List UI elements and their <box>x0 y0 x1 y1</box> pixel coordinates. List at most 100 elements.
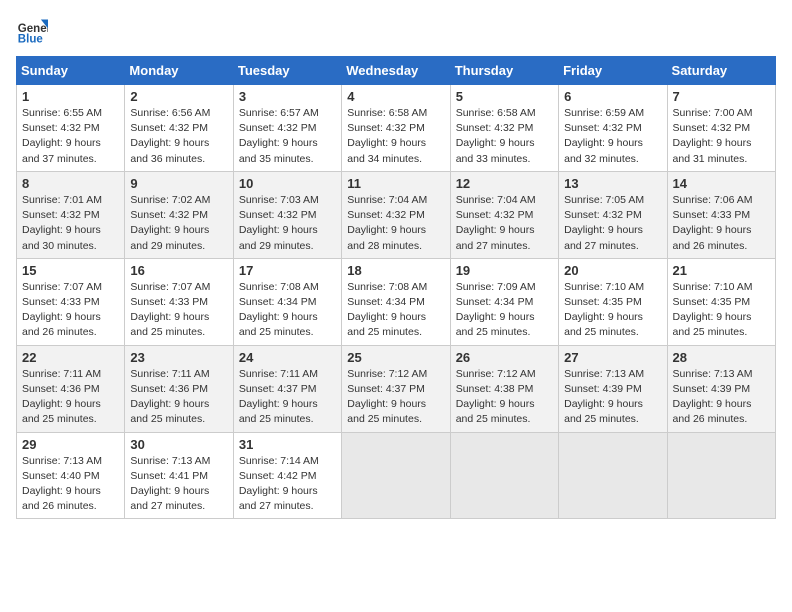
sunrise-label: Sunrise: 7:11 AM <box>239 368 318 380</box>
daylight-label: Daylight: 9 hours and 32 minutes. <box>564 137 643 164</box>
day-info: Sunrise: 7:10 AM Sunset: 4:35 PM Dayligh… <box>673 280 770 341</box>
day-number: 11 <box>347 176 444 191</box>
day-info: Sunrise: 7:08 AM Sunset: 4:34 PM Dayligh… <box>239 280 336 341</box>
day-info: Sunrise: 7:08 AM Sunset: 4:34 PM Dayligh… <box>347 280 444 341</box>
day-info: Sunrise: 6:57 AM Sunset: 4:32 PM Dayligh… <box>239 106 336 167</box>
calendar-week-5: 29 Sunrise: 7:13 AM Sunset: 4:40 PM Dayl… <box>17 432 776 519</box>
day-number: 6 <box>564 89 661 104</box>
day-info: Sunrise: 6:59 AM Sunset: 4:32 PM Dayligh… <box>564 106 661 167</box>
calendar-cell: 15 Sunrise: 7:07 AM Sunset: 4:33 PM Dayl… <box>17 258 125 345</box>
day-number: 18 <box>347 263 444 278</box>
day-info: Sunrise: 7:13 AM Sunset: 4:39 PM Dayligh… <box>673 367 770 428</box>
sunset-label: Sunset: 4:32 PM <box>564 209 642 221</box>
day-info: Sunrise: 7:12 AM Sunset: 4:37 PM Dayligh… <box>347 367 444 428</box>
sunset-label: Sunset: 4:39 PM <box>673 383 751 395</box>
calendar-week-1: 1 Sunrise: 6:55 AM Sunset: 4:32 PM Dayli… <box>17 85 776 172</box>
sunset-label: Sunset: 4:32 PM <box>239 122 317 134</box>
day-number: 29 <box>22 437 119 452</box>
calendar-cell: 6 Sunrise: 6:59 AM Sunset: 4:32 PM Dayli… <box>559 85 667 172</box>
sunset-label: Sunset: 4:39 PM <box>564 383 642 395</box>
day-info: Sunrise: 6:58 AM Sunset: 4:32 PM Dayligh… <box>347 106 444 167</box>
weekday-header-saturday: Saturday <box>667 57 775 85</box>
sunset-label: Sunset: 4:37 PM <box>347 383 425 395</box>
sunrise-label: Sunrise: 7:11 AM <box>22 368 101 380</box>
sunset-label: Sunset: 4:32 PM <box>347 122 425 134</box>
sunrise-label: Sunrise: 6:55 AM <box>22 107 102 119</box>
sunrise-label: Sunrise: 7:13 AM <box>564 368 644 380</box>
calendar-cell <box>342 432 450 519</box>
calendar-cell: 27 Sunrise: 7:13 AM Sunset: 4:39 PM Dayl… <box>559 345 667 432</box>
sunrise-label: Sunrise: 7:07 AM <box>130 281 210 293</box>
calendar-week-4: 22 Sunrise: 7:11 AM Sunset: 4:36 PM Dayl… <box>17 345 776 432</box>
day-number: 28 <box>673 350 770 365</box>
sunset-label: Sunset: 4:34 PM <box>239 296 317 308</box>
sunset-label: Sunset: 4:33 PM <box>22 296 100 308</box>
daylight-label: Daylight: 9 hours and 26 minutes. <box>673 224 752 251</box>
day-number: 2 <box>130 89 227 104</box>
day-number: 22 <box>22 350 119 365</box>
day-info: Sunrise: 7:13 AM Sunset: 4:41 PM Dayligh… <box>130 454 227 515</box>
calendar-cell: 30 Sunrise: 7:13 AM Sunset: 4:41 PM Dayl… <box>125 432 233 519</box>
day-number: 27 <box>564 350 661 365</box>
calendar-cell: 10 Sunrise: 7:03 AM Sunset: 4:32 PM Dayl… <box>233 171 341 258</box>
sunrise-label: Sunrise: 7:11 AM <box>130 368 209 380</box>
sunrise-label: Sunrise: 6:56 AM <box>130 107 210 119</box>
daylight-label: Daylight: 9 hours and 25 minutes. <box>347 311 426 338</box>
day-number: 25 <box>347 350 444 365</box>
calendar-cell: 22 Sunrise: 7:11 AM Sunset: 4:36 PM Dayl… <box>17 345 125 432</box>
sunrise-label: Sunrise: 7:14 AM <box>239 455 319 467</box>
daylight-label: Daylight: 9 hours and 27 minutes. <box>564 224 643 251</box>
sunset-label: Sunset: 4:38 PM <box>456 383 534 395</box>
daylight-label: Daylight: 9 hours and 26 minutes. <box>673 398 752 425</box>
weekday-header-wednesday: Wednesday <box>342 57 450 85</box>
daylight-label: Daylight: 9 hours and 25 minutes. <box>456 311 535 338</box>
day-info: Sunrise: 7:01 AM Sunset: 4:32 PM Dayligh… <box>22 193 119 254</box>
svg-text:Blue: Blue <box>18 34 44 46</box>
weekday-header-monday: Monday <box>125 57 233 85</box>
calendar-cell: 23 Sunrise: 7:11 AM Sunset: 4:36 PM Dayl… <box>125 345 233 432</box>
daylight-label: Daylight: 9 hours and 27 minutes. <box>130 485 209 512</box>
sunrise-label: Sunrise: 6:57 AM <box>239 107 319 119</box>
daylight-label: Daylight: 9 hours and 29 minutes. <box>130 224 209 251</box>
daylight-label: Daylight: 9 hours and 27 minutes. <box>239 485 318 512</box>
calendar-cell: 11 Sunrise: 7:04 AM Sunset: 4:32 PM Dayl… <box>342 171 450 258</box>
daylight-label: Daylight: 9 hours and 30 minutes. <box>22 224 101 251</box>
day-number: 15 <box>22 263 119 278</box>
daylight-label: Daylight: 9 hours and 33 minutes. <box>456 137 535 164</box>
day-number: 19 <box>456 263 553 278</box>
calendar-cell: 1 Sunrise: 6:55 AM Sunset: 4:32 PM Dayli… <box>17 85 125 172</box>
weekday-header-tuesday: Tuesday <box>233 57 341 85</box>
day-info: Sunrise: 7:04 AM Sunset: 4:32 PM Dayligh… <box>347 193 444 254</box>
sunset-label: Sunset: 4:40 PM <box>22 470 100 482</box>
day-number: 24 <box>239 350 336 365</box>
calendar-cell: 5 Sunrise: 6:58 AM Sunset: 4:32 PM Dayli… <box>450 85 558 172</box>
calendar-cell: 7 Sunrise: 7:00 AM Sunset: 4:32 PM Dayli… <box>667 85 775 172</box>
sunset-label: Sunset: 4:32 PM <box>564 122 642 134</box>
calendar-cell <box>450 432 558 519</box>
calendar-cell: 19 Sunrise: 7:09 AM Sunset: 4:34 PM Dayl… <box>450 258 558 345</box>
calendar-cell: 24 Sunrise: 7:11 AM Sunset: 4:37 PM Dayl… <box>233 345 341 432</box>
sunset-label: Sunset: 4:32 PM <box>22 122 100 134</box>
weekday-header-thursday: Thursday <box>450 57 558 85</box>
day-info: Sunrise: 7:05 AM Sunset: 4:32 PM Dayligh… <box>564 193 661 254</box>
day-info: Sunrise: 7:06 AM Sunset: 4:33 PM Dayligh… <box>673 193 770 254</box>
sunrise-label: Sunrise: 7:01 AM <box>22 194 102 206</box>
daylight-label: Daylight: 9 hours and 25 minutes. <box>22 398 101 425</box>
day-number: 20 <box>564 263 661 278</box>
day-number: 8 <box>22 176 119 191</box>
sunrise-label: Sunrise: 7:12 AM <box>456 368 536 380</box>
sunset-label: Sunset: 4:33 PM <box>130 296 208 308</box>
sunset-label: Sunset: 4:32 PM <box>456 209 534 221</box>
sunrise-label: Sunrise: 7:04 AM <box>347 194 427 206</box>
day-info: Sunrise: 7:11 AM Sunset: 4:37 PM Dayligh… <box>239 367 336 428</box>
day-info: Sunrise: 7:12 AM Sunset: 4:38 PM Dayligh… <box>456 367 553 428</box>
calendar-cell <box>667 432 775 519</box>
weekday-header-sunday: Sunday <box>17 57 125 85</box>
sunset-label: Sunset: 4:36 PM <box>22 383 100 395</box>
sunset-label: Sunset: 4:34 PM <box>456 296 534 308</box>
calendar-cell: 28 Sunrise: 7:13 AM Sunset: 4:39 PM Dayl… <box>667 345 775 432</box>
day-info: Sunrise: 7:03 AM Sunset: 4:32 PM Dayligh… <box>239 193 336 254</box>
daylight-label: Daylight: 9 hours and 35 minutes. <box>239 137 318 164</box>
day-info: Sunrise: 7:14 AM Sunset: 4:42 PM Dayligh… <box>239 454 336 515</box>
day-info: Sunrise: 7:04 AM Sunset: 4:32 PM Dayligh… <box>456 193 553 254</box>
